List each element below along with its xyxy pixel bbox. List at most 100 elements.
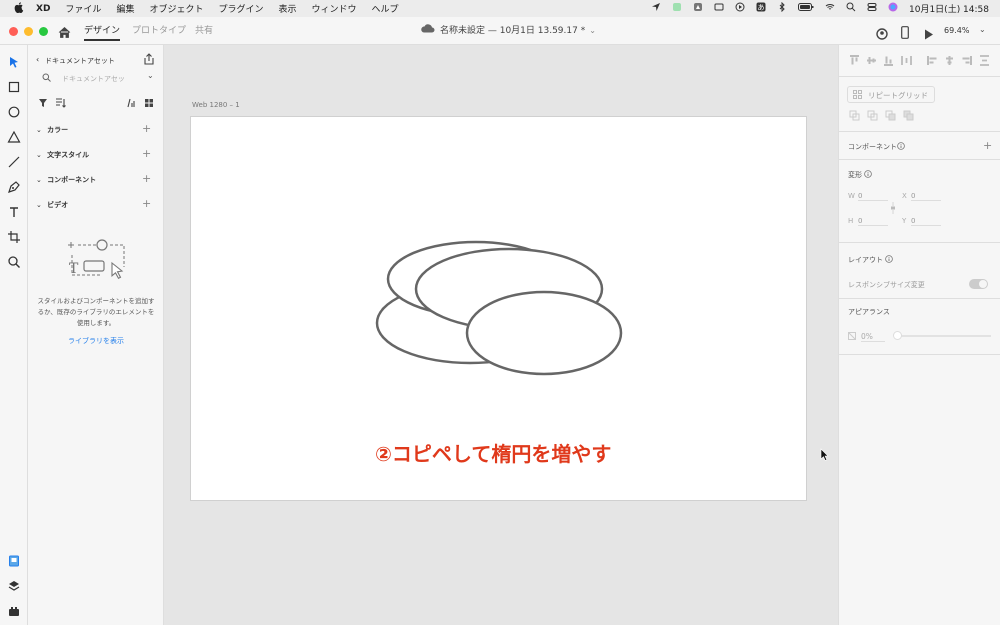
distribute-vertical-icon[interactable]	[901, 55, 912, 68]
mobile-preview-icon[interactable]	[901, 24, 909, 43]
menu-object[interactable]: オブジェクト	[149, 2, 203, 15]
align-top-icon[interactable]	[849, 55, 860, 68]
zoom-chevron-icon[interactable]: ⌄	[979, 17, 986, 43]
layers-panel-icon[interactable]	[7, 578, 21, 592]
search-icon[interactable]	[846, 2, 856, 15]
apple-icon[interactable]	[14, 1, 24, 16]
minimize-window-button[interactable]	[24, 27, 33, 36]
play-preview-icon[interactable]	[924, 25, 934, 44]
rectangle-tool-icon[interactable]	[7, 79, 21, 93]
add-component-button[interactable]: +	[142, 172, 151, 185]
artboard-tool-icon[interactable]	[7, 229, 21, 243]
repeat-grid-icon	[853, 90, 862, 101]
section-components[interactable]: ⌄ コンポーネント +	[36, 172, 158, 185]
add-component-button[interactable]: +	[983, 139, 992, 152]
ellipses-group[interactable]	[370, 236, 630, 382]
document-title[interactable]: 名称未設定 — 10月1日 13.59.17 * ⌄	[420, 17, 596, 45]
chevron-down-icon[interactable]: ⌄	[147, 71, 154, 80]
x-input[interactable]: 0	[911, 192, 941, 201]
info-icon[interactable]	[885, 255, 893, 265]
divider	[839, 242, 1000, 243]
opacity-input[interactable]: 0%	[861, 332, 885, 342]
location-icon[interactable]	[651, 2, 661, 15]
boolean-intersect-icon[interactable]	[885, 110, 896, 123]
status-green-icon[interactable]	[672, 2, 682, 15]
select-tool-icon[interactable]	[7, 54, 21, 68]
close-window-button[interactable]	[9, 27, 18, 36]
add-video-button[interactable]: +	[142, 197, 151, 210]
section-colors[interactable]: ⌄ カラー +	[36, 122, 158, 135]
menu-plugins[interactable]: プラグイン	[218, 2, 263, 15]
menu-file[interactable]: ファイル	[65, 2, 101, 15]
bluetooth-icon[interactable]	[777, 2, 787, 15]
tab-share[interactable]: 共有	[195, 17, 213, 45]
clock[interactable]: 10月1日(土) 14:58	[909, 2, 989, 15]
play-icon[interactable]	[735, 2, 745, 15]
opacity-icon	[848, 332, 856, 342]
sort-icon[interactable]	[55, 98, 66, 110]
zoom-level[interactable]: 69.4%	[944, 17, 969, 45]
app-menu[interactable]: XD	[36, 4, 50, 14]
battery-icon[interactable]	[798, 2, 814, 15]
list-view-icon[interactable]	[126, 98, 136, 110]
pen-tool-icon[interactable]	[7, 179, 21, 193]
boolean-exclude-icon[interactable]	[903, 110, 914, 123]
ellipse-tool-icon[interactable]	[7, 104, 21, 118]
menu-view[interactable]: 表示	[278, 2, 296, 15]
tab-prototype[interactable]: プロトタイプ	[132, 17, 186, 45]
back-chevron-icon[interactable]: ‹	[36, 55, 39, 64]
boolean-subtract-icon[interactable]	[867, 110, 878, 123]
align-left-icon[interactable]	[927, 55, 938, 68]
assets-search[interactable]: ドキュメントアセッ ⌄	[36, 70, 156, 86]
tool-bar	[0, 45, 28, 625]
responsive-resize-toggle[interactable]	[969, 279, 988, 289]
home-icon[interactable]	[58, 24, 71, 43]
polygon-tool-icon[interactable]	[7, 129, 21, 143]
height-input[interactable]: 0	[858, 217, 888, 226]
align-right-icon[interactable]	[961, 55, 972, 68]
wifi-icon[interactable]	[825, 2, 835, 15]
add-character-style-button[interactable]: +	[142, 147, 151, 160]
info-icon[interactable]	[864, 170, 872, 180]
share-icon[interactable]	[143, 53, 155, 67]
assets-panel-icon[interactable]	[7, 553, 21, 567]
y-input[interactable]: 0	[911, 217, 941, 226]
distribute-horizontal-icon[interactable]	[979, 55, 990, 68]
filter-icon[interactable]	[38, 98, 48, 110]
text-tool-icon[interactable]	[7, 204, 21, 218]
boolean-add-icon[interactable]	[849, 110, 860, 123]
align-bottom-icon[interactable]	[883, 55, 894, 68]
align-middle-icon[interactable]	[866, 55, 877, 68]
tab-design[interactable]: デザイン	[84, 17, 121, 45]
siri-icon[interactable]	[888, 2, 898, 15]
align-center-icon[interactable]	[944, 55, 955, 68]
section-character-styles[interactable]: ⌄ 文字スタイル +	[36, 147, 158, 160]
grid-view-icon[interactable]	[144, 98, 154, 110]
width-input[interactable]: 0	[858, 192, 888, 201]
opacity-slider-handle[interactable]	[893, 331, 902, 340]
line-tool-icon[interactable]	[7, 154, 21, 168]
repeat-grid-label: リピートグリッド	[868, 91, 928, 100]
info-icon[interactable]	[897, 142, 905, 152]
lock-aspect-icon[interactable]	[890, 202, 896, 216]
artboard-label[interactable]: Web 1280 – 1	[192, 101, 240, 109]
zoom-tool-icon[interactable]	[7, 254, 21, 268]
control-center-icon[interactable]	[867, 2, 877, 15]
repeat-grid-button[interactable]: リピートグリッド	[847, 86, 935, 103]
maximize-window-button[interactable]	[39, 27, 48, 36]
menu-edit[interactable]: 編集	[116, 2, 134, 15]
plugins-panel-icon[interactable]	[7, 603, 21, 617]
chevron-down-icon[interactable]: ⌄	[589, 17, 596, 45]
menu-help[interactable]: ヘルプ	[372, 2, 399, 15]
toggle-knob	[979, 280, 987, 288]
screen-icon[interactable]	[714, 2, 724, 15]
input-method-icon[interactable]: あ	[756, 2, 766, 15]
user-icon[interactable]	[876, 25, 888, 44]
divider	[839, 159, 1000, 160]
view-libraries-link[interactable]: ライブラリを表示	[34, 336, 158, 346]
opacity-slider[interactable]	[895, 335, 991, 337]
drive-icon[interactable]	[693, 2, 703, 15]
add-color-button[interactable]: +	[142, 122, 151, 135]
menu-window[interactable]: ウィンドウ	[312, 2, 357, 15]
section-video[interactable]: ⌄ ビデオ +	[36, 197, 158, 210]
